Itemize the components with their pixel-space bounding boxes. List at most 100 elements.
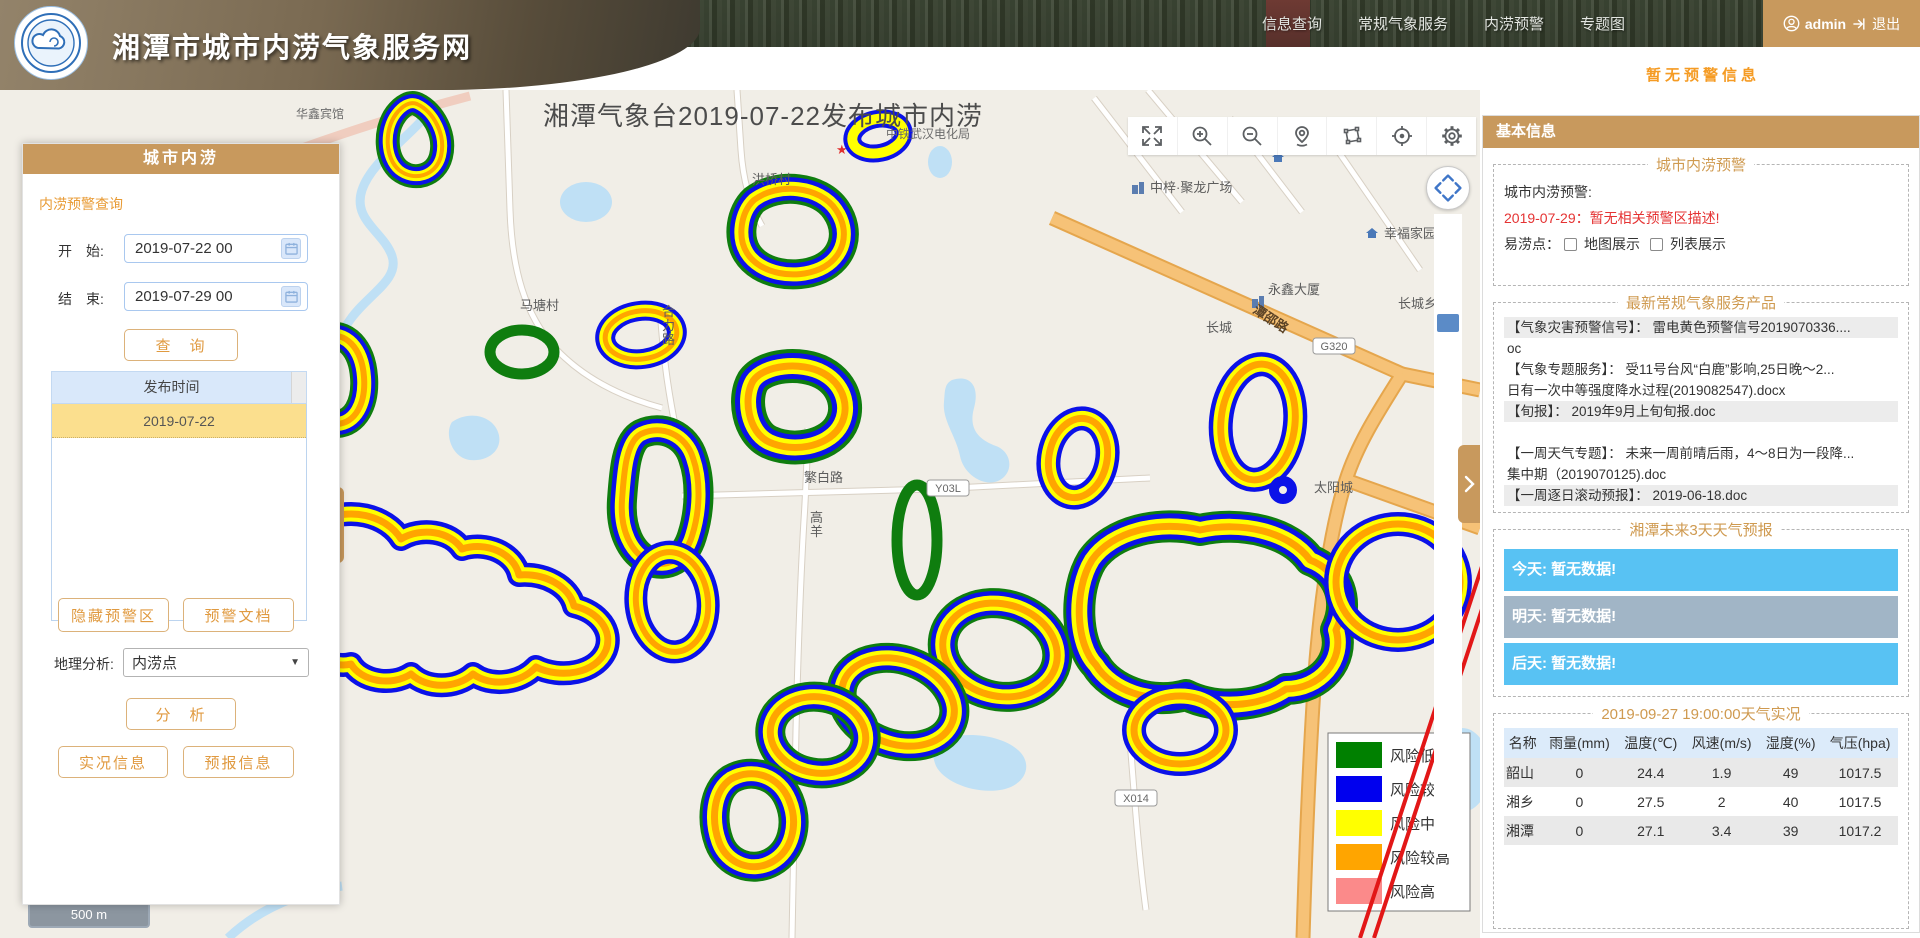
table-scrollbar[interactable] [291,372,306,403]
map-label: 长城 [1206,320,1232,335]
analyze-button[interactable]: 分 析 [126,698,236,730]
live-column-header: 名称 [1504,728,1542,758]
map-label: 马塘村 [520,298,559,313]
live-cell: 39 [1759,816,1822,845]
map-label: 长城乡 [1398,296,1437,311]
live-column-header: 气压(hpa) [1822,728,1898,758]
geo-analysis-select[interactable]: 内涝点 ▼ [123,648,309,677]
expand-icon[interactable] [1128,117,1178,155]
live-column-header: 雨量(mm) [1542,728,1618,758]
right-panel-toggle[interactable] [1458,445,1480,523]
map-label: 幸福家园 [1384,226,1436,241]
forecast-bar-2: 后天: 暂无数据! [1504,643,1898,685]
product-line[interactable]: 【旬报】： 2019年9月上旬旬报.doc [1504,401,1898,422]
start-date-label: 开 始: [58,241,104,261]
road-badge-label: Y03L [935,483,961,495]
legend-swatch [1336,742,1382,768]
live-cell: 1.9 [1684,758,1759,787]
map-label: 中梓·聚龙广场 [1150,180,1232,195]
hide-warning-zone-button[interactable]: 隐藏预警区 [58,598,169,632]
geo-analysis-value: 内涝点 [132,652,177,673]
product-line[interactable]: 日有一次中等强度降水过程(2019082547).docx [1504,380,1898,401]
product-line[interactable]: 集中期（2019070125).doc [1504,464,1898,485]
product-line[interactable]: 【气象专题服务】： 受11号台风“白鹿”影响,25日晚～2... [1504,359,1898,380]
nav-item-2[interactable]: 内涝预警 [1484,13,1544,34]
map-label: 合力路 [662,304,675,347]
user-account[interactable]: admin 退出 [1763,0,1920,47]
live-cell: 40 [1759,787,1822,816]
waterlogging-query-panel: 城市内涝 内涝预警查询 开 始: 结 束: 查 询 发布时间 2019-07-2… [22,143,340,905]
publish-time-column-header: 发布时间 [52,372,291,403]
table-row[interactable]: 2019-07-22 [52,404,306,438]
live-weather-title: 2019-09-27 19:00:00天气实况 [1593,703,1808,724]
logout-icon [1851,16,1867,32]
live-column-header: 温度(℃) [1617,728,1684,758]
live-cell: 韶山 [1504,758,1542,787]
polygon-select-icon[interactable] [1327,117,1377,155]
live-table-row: 湘乡027.52401017.5 [1504,787,1898,816]
warning-label: 城市内涝预警: [1504,179,1898,205]
warning-message: 2019-07-29：暂无相关预警区描述! [1504,205,1898,231]
no-warning-banner: 暂无预警信息 [1646,64,1760,85]
map-title: 湘潭气象台2019-07-22发布城市内涝 [543,96,983,133]
forecast-section-title: 湘潭未来3天天气预报 [1621,519,1780,540]
legend-swatch [1336,844,1382,870]
table-body: 2019-07-22 [51,404,307,621]
map-display-checkbox[interactable] [1564,238,1577,251]
live-info-button[interactable]: 实况信息 [58,746,168,778]
map-label: 繁白路 [804,470,843,485]
zoom-out-icon[interactable] [1228,117,1278,155]
map-label: 太阳城 [1314,480,1353,495]
product-line[interactable] [1504,422,1898,443]
road-badge-label: G320 [1321,341,1348,353]
settings-icon[interactable] [1427,117,1476,155]
live-cell: 27.5 [1617,787,1684,816]
live-cell: 1017.2 [1822,816,1898,845]
table-header-row: 发布时间 [51,371,307,404]
header-photo [560,0,1920,47]
legend-swatch [1336,810,1382,836]
nav-item-3[interactable]: 专题图 [1580,13,1625,34]
live-table-row: 湘潭027.13.4391017.2 [1504,816,1898,845]
live-column-header: 风速(m/s) [1684,728,1759,758]
live-cell: 49 [1759,758,1822,787]
live-cell: 0 [1542,816,1618,845]
forecast-info-button[interactable]: 预报信息 [183,746,294,778]
product-line[interactable]: 【一周天气专题】： 未来一周前晴后雨，4～8日为一段降... [1504,443,1898,464]
warning-doc-button[interactable]: 预警文档 [183,598,294,632]
product-line[interactable]: 【一周逐日滚动预报】： 2019-06-18.doc [1504,485,1898,506]
products-section-title: 最新常规气象服务产品 [1618,292,1784,313]
list-display-label[interactable]: 列表展示 [1670,231,1726,257]
chevron-down-icon: ▼ [290,657,300,668]
recenter-icon[interactable] [1377,117,1427,155]
query-button[interactable]: 查 询 [124,329,238,361]
nav-item-1[interactable]: 常规气象服务 [1358,13,1448,34]
live-weather-section: 2019-09-27 19:00:00天气实况 名称雨量(mm)温度(℃)风速(… [1493,703,1909,929]
live-cell: 2 [1684,787,1759,816]
map-zoom-slider[interactable] [1434,214,1462,854]
warning-section: 城市内涝预警 城市内涝预警: 2019-07-29：暂无相关预警区描述! 易涝点… [1493,154,1909,286]
products-section: 最新常规气象服务产品 【气象灾害预警信号】： 雷电黄色预警信号201907033… [1493,292,1909,513]
calendar-icon[interactable] [281,238,301,259]
locate-icon[interactable] [1278,117,1328,155]
geo-analysis-label: 地理分析: [54,654,114,674]
calendar-icon[interactable] [281,286,301,307]
live-cell: 湘乡 [1504,787,1542,816]
map-display-label[interactable]: 地图展示 [1584,231,1640,257]
forecast-section: 湘潭未来3天天气预报 今天: 暂无数据!明天: 暂无数据!后天: 暂无数据! [1493,519,1909,697]
logout-button[interactable]: 退出 [1872,14,1900,34]
zoom-in-icon[interactable] [1178,117,1228,155]
map-pan-control[interactable] [1426,166,1470,210]
forecast-bar-1: 明天: 暂无数据! [1504,596,1898,638]
left-panel-title: 城市内涝 [23,144,339,174]
list-display-checkbox[interactable] [1650,238,1663,251]
live-table-row: 韶山024.41.9491017.5 [1504,758,1898,787]
product-line[interactable]: 【气象灾害预警信号】： 雷电黄色预警信号2019070336.... [1504,317,1898,338]
nav-item-0[interactable]: 信息查询 [1262,13,1322,34]
right-panel-title: 基本信息 [1483,116,1919,148]
site-title: 湘潭市城市内涝气象服务网 [112,26,472,66]
map-label: 华鑫宾馆 [296,106,344,121]
query-section-title: 内涝预警查询 [39,194,123,214]
product-line[interactable]: oc [1504,338,1898,359]
zoom-slider-thumb[interactable] [1437,314,1459,332]
